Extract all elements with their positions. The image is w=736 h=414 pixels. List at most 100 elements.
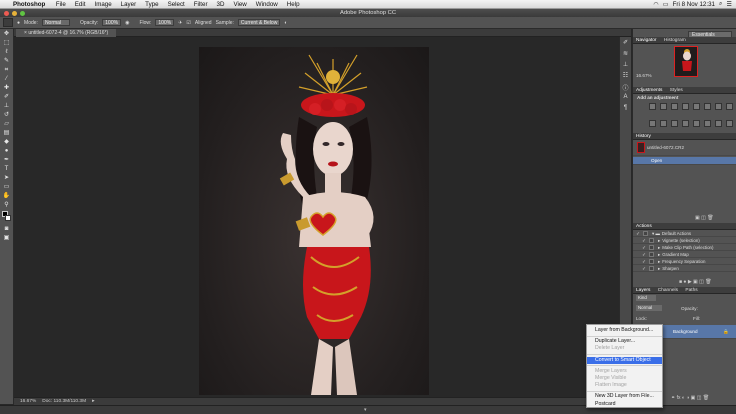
expand-arrow-icon[interactable]: ▸ [658,266,660,271]
properties-icon[interactable]: ☷ [620,72,631,81]
action-item-clip-path[interactable]: ✓ ▸ Make Clip Path (selection) [633,244,736,251]
menu-type[interactable]: Type [141,1,163,8]
action-check-icon[interactable]: ✓ [641,265,647,272]
zoom-window-icon[interactable] [20,10,25,16]
blend-mode-select[interactable]: Normal [636,305,662,311]
action-dialog-toggle[interactable] [649,259,654,265]
hand-icon[interactable]: ✋ [2,192,11,200]
tab-styles[interactable]: Styles [670,88,683,93]
layer-kind-filter[interactable]: Kind [636,295,656,301]
mode-select[interactable]: Normal [41,19,70,26]
notifications-icon[interactable]: ☰ [726,1,732,8]
vibrance-icon[interactable] [693,103,700,110]
move-icon[interactable]: ✥ [2,30,11,38]
navigator-thumbnail[interactable] [674,46,698,77]
tab-paths[interactable]: Paths [685,288,697,293]
marquee-icon[interactable]: ⬚ [2,39,11,47]
foreground-background-swatch-icon[interactable] [2,210,11,224]
menu-select[interactable]: Select [163,1,189,8]
character-icon[interactable]: A [620,94,631,103]
menu-item-new-3d-layer[interactable]: New 3D Layer from File... [587,393,662,400]
brush-presets-icon[interactable]: ≋ [620,50,631,59]
menu-item-convert-to-smart-object[interactable]: Convert to Smart Object [587,356,662,364]
aligned-checkbox[interactable]: ☑ [186,20,190,26]
path-select-icon[interactable]: ➤ [2,174,11,182]
brush-icon[interactable]: ✐ [2,93,11,101]
invert-icon[interactable] [682,119,689,127]
action-check-icon[interactable]: ✓ [635,230,641,237]
clone-stamp-preset-icon[interactable] [3,18,13,27]
color-lookup-icon[interactable] [671,119,678,127]
menu-item-postcard[interactable]: Postcard [587,401,662,408]
menu-image[interactable]: Image [90,1,116,8]
tab-channels[interactable]: Channels [658,288,678,293]
dodge-icon[interactable]: ● [2,147,11,155]
expand-arrow-icon[interactable]: ▸ [658,259,660,264]
tab-history[interactable]: History [636,134,651,139]
levels-icon[interactable] [660,103,667,110]
paragraph-icon[interactable]: ¶ [620,105,631,114]
action-item-frequency-separation[interactable]: ✓ ▸ Frequency Separation [633,258,736,265]
lasso-icon[interactable]: ℓ [2,48,11,56]
doc-info[interactable]: Doc: 110.3M/110.3M [42,399,86,404]
gradient-map-icon[interactable] [726,119,733,127]
type-icon[interactable]: T [2,165,11,173]
info-icon[interactable]: ⓘ [620,83,631,92]
action-dialog-toggle[interactable] [649,252,654,258]
shape-icon[interactable]: ▭ [2,183,11,191]
sample-select[interactable]: Current & Below [237,19,281,26]
history-brush-icon[interactable]: ↺ [2,111,11,119]
menu-file[interactable]: File [51,1,70,8]
blur-icon[interactable]: ◆ [2,138,11,146]
pen-icon[interactable]: ✒ [2,156,11,164]
navigator-zoom[interactable]: 16.67% [636,73,652,78]
flow-input[interactable]: 100% [155,19,175,26]
eraser-icon[interactable]: ▱ [2,120,11,128]
tab-adjustments[interactable]: Adjustments [636,88,662,93]
battery-icon[interactable]: ▭ [663,1,669,8]
selective-color-icon[interactable] [715,119,722,127]
color-balance-icon[interactable] [715,103,722,110]
history-item-open[interactable]: Open [633,157,736,165]
opacity-input[interactable]: 100% [102,19,122,26]
channel-mixer-icon[interactable] [660,119,667,127]
action-dialog-toggle[interactable] [649,266,654,272]
black-white-icon[interactable] [726,103,733,110]
action-check-icon[interactable]: ✓ [641,244,647,251]
exposure-icon[interactable] [682,103,689,110]
hue-saturation-icon[interactable] [704,103,711,110]
action-check-icon[interactable]: ✓ [641,258,647,265]
menu-help[interactable]: Help [282,1,304,8]
brush-panel-icon[interactable]: ✐ [620,39,631,48]
menu-view[interactable]: View [229,1,251,8]
airbrush-icon[interactable]: ✈ [178,20,182,26]
brightness-contrast-icon[interactable] [649,103,656,110]
zoom-level[interactable]: 16.67% [20,399,36,404]
menu-item-duplicate-layer[interactable]: Duplicate Layer... [587,338,662,345]
ignore-adjustment-icon[interactable]: ◐ [284,20,287,26]
tab-histogram[interactable]: Histogram [664,38,686,43]
close-window-icon[interactable] [4,10,9,16]
menu-filter[interactable]: Filter [189,1,212,8]
actions-footer-icons[interactable]: ■ ● ▶ ▣ ◫ 🗑 [679,279,712,285]
document-canvas-photo[interactable] [199,47,429,395]
action-dialog-toggle[interactable] [649,245,654,251]
action-item-vignette[interactable]: ✓ ▸ Vignette (selection) [633,237,736,244]
menu-edit[interactable]: Edit [70,1,90,8]
history-footer-icons[interactable]: ▣ ◫ 🗑 [695,215,714,221]
expand-arrow-icon[interactable]: ▸ [658,238,660,243]
action-dialog-toggle[interactable] [643,231,648,237]
minimize-window-icon[interactable] [12,10,17,16]
posterize-icon[interactable] [693,119,700,127]
action-set-default[interactable]: ✓ ▾ ▬ Default Actions [633,230,736,237]
action-check-icon[interactable]: ✓ [641,251,647,258]
eyedropper-icon[interactable]: ⁄ [2,75,11,83]
expand-arrow-icon[interactable]: ▸ [658,252,660,257]
threshold-icon[interactable] [704,119,711,127]
expand-arrow-icon[interactable]: ▸ [658,245,660,250]
clone-source-icon[interactable]: ⊥ [620,61,631,70]
action-item-gradient-map[interactable]: ✓ ▸ Gradient Map [633,251,736,258]
status-menu-arrow-icon[interactable]: ▸ [92,399,94,404]
gradient-icon[interactable]: ▤ [2,129,11,137]
quick-mask-icon[interactable]: ◙ [2,225,11,233]
